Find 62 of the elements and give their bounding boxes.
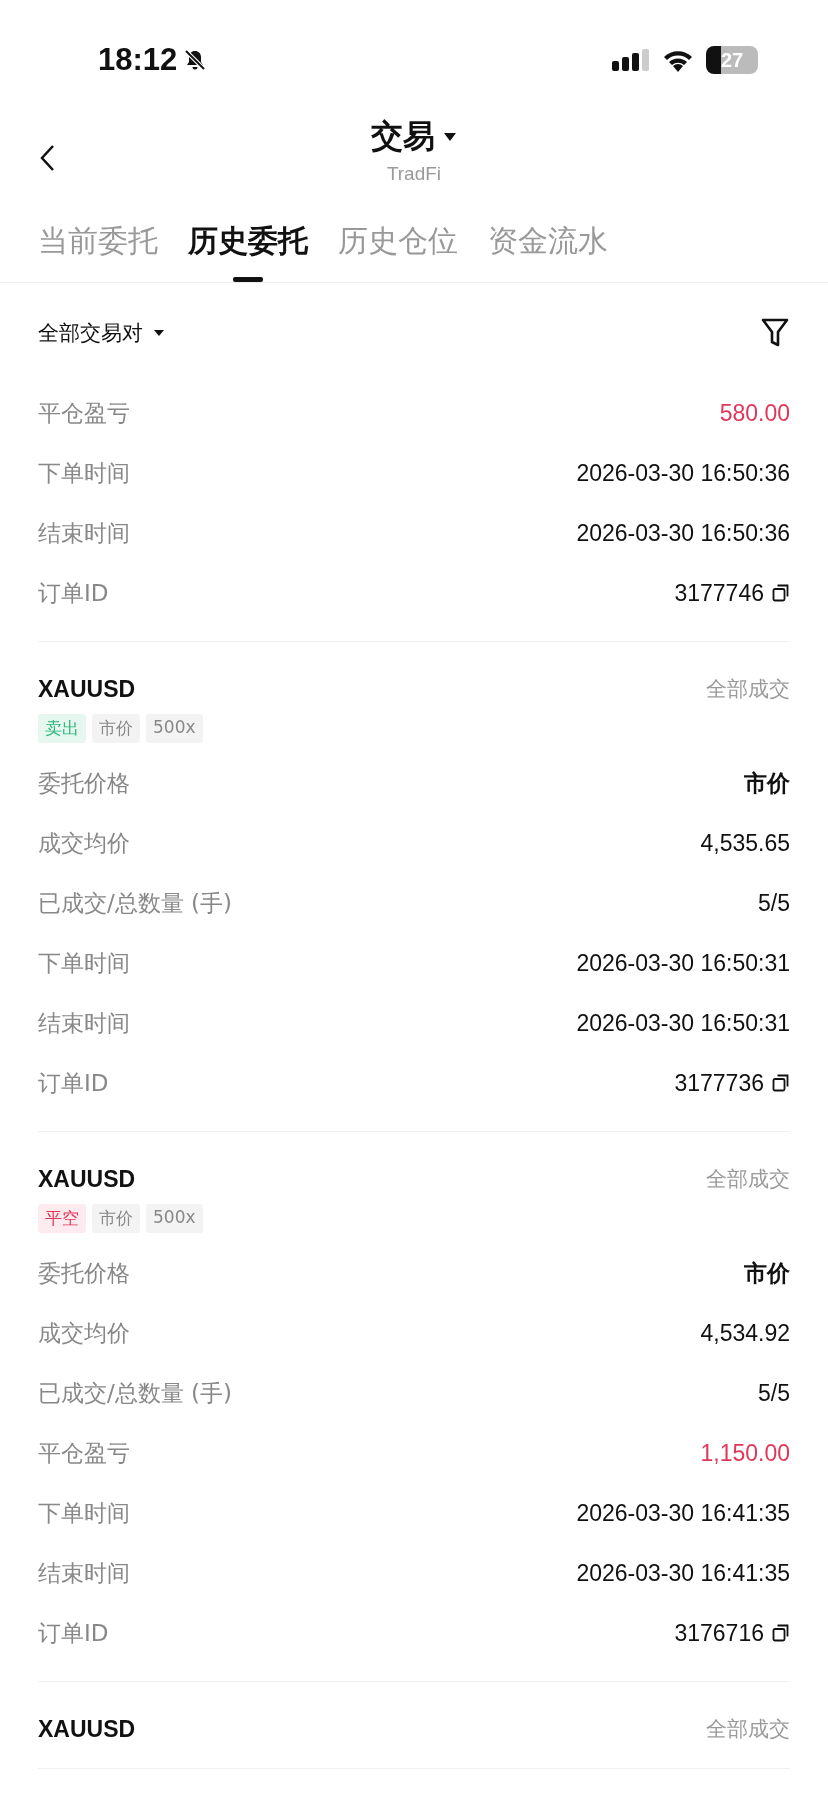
pair-filter-dropdown[interactable]: 全部交易对: [38, 319, 143, 347]
field-value: 4,534.92: [700, 1319, 790, 1347]
field-value: 2026-03-30 16:50:36: [576, 459, 790, 487]
caret-icon[interactable]: [443, 132, 457, 142]
field-label: 平仓盈亏: [38, 1438, 130, 1468]
field-label: 已成交/总数量 (手): [38, 1378, 232, 1408]
field-value: 2026-03-30 16:50:36: [576, 519, 790, 547]
order-tag: 市价: [92, 714, 140, 743]
page-title[interactable]: 交易: [371, 115, 435, 159]
page-subtitle: TradFi: [386, 163, 442, 185]
field-label: 订单ID: [38, 1068, 109, 1098]
field-value: 3177736: [674, 1069, 764, 1097]
filter-icon[interactable]: [760, 317, 790, 349]
order-status: 全部成交: [706, 676, 790, 703]
copy-icon[interactable]: [772, 584, 790, 602]
field-label: 成交均价: [38, 1318, 130, 1348]
caret-icon[interactable]: [153, 329, 165, 337]
field-label: 订单ID: [38, 1618, 109, 1648]
battery-indicator: 27: [706, 46, 758, 74]
field-value: 2026-03-30 16:50:31: [576, 949, 790, 977]
field-label: 委托价格: [38, 1258, 130, 1288]
field-label: 结束时间: [38, 1558, 130, 1588]
order-status: 全部成交: [706, 1166, 790, 1193]
field-label: 委托价格: [38, 768, 130, 798]
field-value: 市价: [744, 1258, 790, 1288]
order-tag: 500x: [146, 1204, 203, 1233]
field-value: 3177746: [674, 579, 764, 607]
field-label: 已成交/总数量 (手): [38, 888, 232, 918]
field-label: 下单时间: [38, 948, 130, 978]
field-value: 3176716: [674, 1619, 764, 1647]
copy-icon[interactable]: [772, 1624, 790, 1642]
field-label: 结束时间: [38, 518, 130, 548]
status-time: 18:12: [98, 42, 178, 78]
field-label: 订单ID: [38, 578, 109, 608]
wifi-icon: [662, 48, 694, 72]
field-value: 4,535.65: [700, 829, 790, 857]
field-value: 2026-03-30 16:50:31: [576, 1009, 790, 1037]
field-value: 市价: [744, 768, 790, 798]
field-label: 下单时间: [38, 1498, 130, 1528]
field-value: 580.00: [719, 399, 790, 427]
symbol-label: XAUUSD: [38, 1165, 136, 1193]
order-status: 全部成交: [706, 1716, 790, 1743]
order-tag: 卖出: [38, 714, 86, 743]
field-label: 成交均价: [38, 828, 130, 858]
field-value: 2026-03-30 16:41:35: [576, 1499, 790, 1527]
back-icon[interactable]: [40, 144, 56, 172]
symbol-label: XAUUSD: [38, 1715, 136, 1743]
muted-bell-icon: [183, 48, 208, 72]
field-label: 下单时间: [38, 458, 130, 488]
signal-icon: [612, 49, 650, 71]
field-value: 1,150.00: [700, 1439, 790, 1467]
order-tag: 市价: [92, 1204, 140, 1233]
tab[interactable]: 历史委托: [188, 200, 308, 282]
field-label: 平仓盈亏: [38, 398, 130, 428]
field-value: 5/5: [758, 889, 790, 917]
copy-icon[interactable]: [772, 1074, 790, 1092]
field-value: 5/5: [758, 1379, 790, 1407]
field-value: 2026-03-30 16:41:35: [576, 1559, 790, 1587]
order-tag: 500x: [146, 714, 203, 743]
symbol-label: XAUUSD: [38, 675, 136, 703]
order-tag: 平空: [38, 1204, 86, 1233]
field-label: 结束时间: [38, 1008, 130, 1038]
